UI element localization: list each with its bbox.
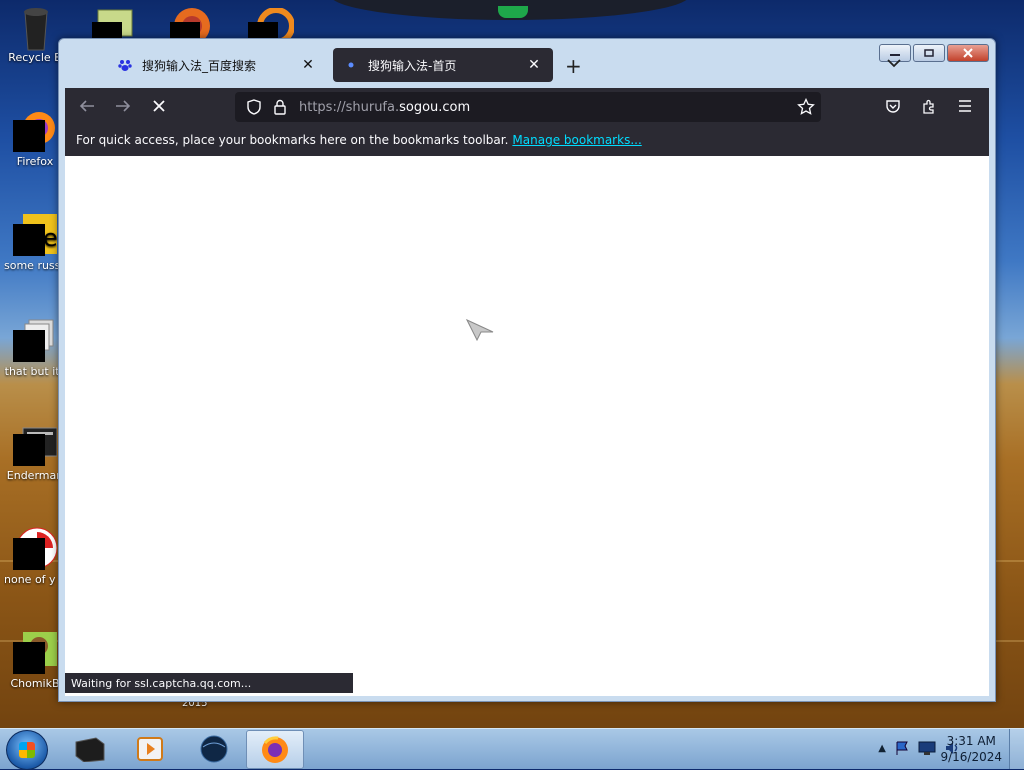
desktop-shortcut-top[interactable] [170,8,216,44]
tab-title: 搜狗输入法_百度搜索 [142,58,257,73]
firefox-icon [262,735,288,763]
pocket-icon [886,100,900,113]
tab-sogou-home[interactable]: 搜狗输入法-首页 ✕ [333,48,553,82]
windows-logo-icon [19,742,35,758]
recycle-bin-icon [13,4,57,51]
url-domain: sogou.com [399,99,471,115]
app-icon [13,630,57,674]
taskbar-app[interactable] [62,730,118,767]
mouse-pointer-icon [465,318,495,345]
url-text[interactable]: https://shurufa.sogou.com [299,100,791,115]
action-center-flag-icon[interactable] [894,740,910,756]
url-prefix: https://shurufa. [299,99,400,115]
app-icon [75,736,105,762]
back-arrow-icon [79,100,94,112]
list-all-tabs-button[interactable] [887,56,901,72]
desktop-icon-app[interactable]: none of y retards kn [4,526,66,587]
address-bar[interactable]: https://shurufa.sogou.com [235,92,821,122]
desktop-shortcut-top[interactable] [92,8,138,38]
dot-icon [343,57,359,73]
status-bar: Waiting for ssl.captcha.qq.com... [65,673,353,693]
desktop-icon-app[interactable]: ChomikB [4,630,66,691]
firefox-icon [13,108,57,152]
start-button[interactable] [6,730,48,770]
clock-time: 3:31 AM [946,734,996,748]
puzzle-icon [923,99,934,114]
bookmarks-toolbar: For quick access, place your bookmarks h… [65,124,989,156]
desktop-icon-label: Enderman [6,469,64,482]
extensions-button[interactable] [915,92,943,120]
desktop-icon-app[interactable]: Enderman [4,422,66,483]
bookmark-star-icon[interactable] [791,98,821,116]
baidu-paw-icon [117,57,133,73]
taskbar-media-player[interactable] [122,730,178,767]
app-icon [13,422,58,466]
taskbar: ▲ 3:31 AM 9/16/2024 [0,728,1024,770]
tab-title: 搜狗输入法-首页 [368,58,457,73]
globe-icon [200,735,228,762]
tracking-protection-shield-icon[interactable] [241,99,267,115]
close-tab-icon[interactable]: ✕ [299,57,317,73]
manage-bookmarks-link[interactable]: Manage bookmarks... [512,133,641,147]
desktop-icon-label: ChomikB [10,677,60,690]
show-hidden-icons-icon[interactable]: ▲ [878,743,886,754]
taskbar-clock[interactable]: 3:31 AM 9/16/2024 [940,733,1002,765]
desktop-shortcut-top[interactable] [248,7,295,45]
network-icon[interactable] [918,740,936,756]
document-icon: e [13,212,58,256]
forward-button[interactable] [109,92,137,120]
desktop-icon-document[interactable]: e some russ ran a ra [4,212,66,273]
stop-loading-button[interactable] [145,92,173,120]
taskbar-firefox[interactable] [246,730,304,769]
desktop-icon-recycle-bin[interactable]: Recycle B [4,4,66,65]
clock-date: 9/16/2024 [940,750,1002,764]
desktop-icon-label: none of y retards kn [4,573,66,586]
svg-text:e: e [43,224,57,252]
lock-icon[interactable] [267,99,293,115]
chevron-down-icon [887,59,901,68]
back-button[interactable] [73,92,101,120]
navigation-toolbar: https://shurufa.sogou.com [65,88,989,124]
desktop-icon-firefox[interactable]: Firefox [4,108,66,169]
show-desktop-button[interactable] [1009,729,1024,769]
hamburger-menu-icon [959,100,971,112]
folder-icon [13,318,57,362]
app-menu-button[interactable] [951,92,979,120]
page-content[interactable]: Waiting for ssl.captcha.qq.com... [65,156,989,696]
stop-icon [153,100,165,112]
desktop-icon-label: some russ ran a ra [4,259,66,272]
taskbar-app-globe[interactable] [186,730,242,767]
new-tab-button[interactable]: + [565,54,582,78]
desktop-icon-folder[interactable]: that but its [4,318,66,379]
pocket-button[interactable] [879,92,907,120]
forward-arrow-icon [116,100,131,112]
wallpaper-light [498,6,528,18]
browser-window: 搜狗输入法_百度搜索 ✕ 搜狗输入法-首页 ✕ + https://shuruf… [58,38,996,702]
bookmarks-hint-text: For quick access, place your bookmarks h… [76,133,509,147]
tab-baidu-search[interactable]: 搜狗输入法_百度搜索 ✕ [107,48,327,82]
app-icon [13,526,58,570]
media-player-icon [137,736,163,761]
close-tab-icon[interactable]: ✕ [525,57,543,73]
toolbar-right-buttons [879,92,979,120]
desktop-icon-label: that but its [4,365,66,378]
desktop-icon-label: Firefox [16,155,54,168]
tab-bar: 搜狗输入法_百度搜索 ✕ 搜狗输入法-首页 ✕ + [65,48,989,84]
